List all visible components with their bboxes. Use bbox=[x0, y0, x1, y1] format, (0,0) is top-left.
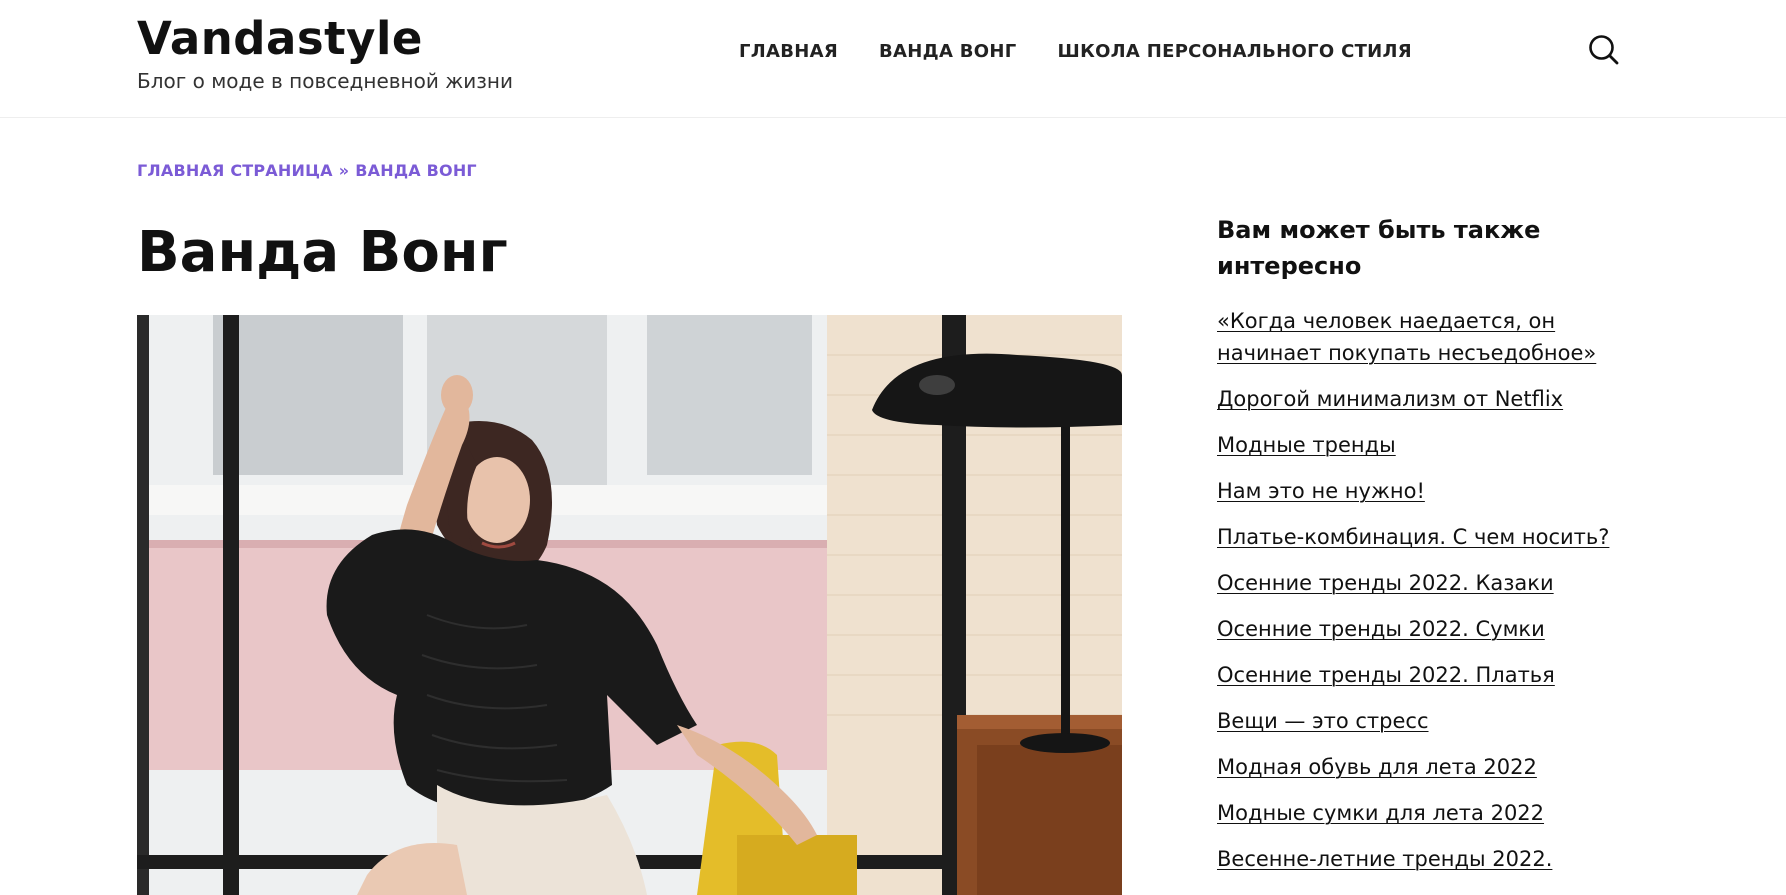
list-item: Модные тренды bbox=[1217, 429, 1657, 461]
site-header: Vandastyle Блог о моде в повседневной жи… bbox=[0, 0, 1786, 118]
list-item: Осенние тренды 2022. Платья bbox=[1217, 659, 1657, 691]
breadcrumb-home-link[interactable]: ГЛАВНАЯ СТРАНИЦА bbox=[137, 161, 333, 180]
hero-image bbox=[137, 315, 1122, 895]
related-post-link[interactable]: Осенние тренды 2022. Казаки bbox=[1217, 571, 1554, 595]
related-post-link[interactable]: Дорогой минимализм от Netflix bbox=[1217, 387, 1563, 411]
search-button[interactable] bbox=[1587, 33, 1621, 67]
breadcrumb-current[interactable]: ВАНДА ВОНГ bbox=[355, 161, 477, 180]
sidebar: Вам может быть также интересно «Когда че… bbox=[1217, 212, 1657, 889]
site-title[interactable]: Vandastyle bbox=[137, 12, 513, 66]
list-item: Осенние тренды 2022. Сумки bbox=[1217, 613, 1657, 645]
list-item: Весенне-летние тренды 2022. bbox=[1217, 843, 1657, 875]
nav-item-home[interactable]: ГЛАВНАЯ bbox=[739, 40, 838, 64]
page-title: Ванда Вонг bbox=[137, 220, 508, 285]
related-post-link[interactable]: Нам это не нужно! bbox=[1217, 479, 1425, 503]
list-item: Платье-комбинация. С чем носить? bbox=[1217, 521, 1657, 553]
related-post-link[interactable]: Модная обувь для лета 2022 bbox=[1217, 755, 1537, 779]
site-tagline: Блог о моде в повседневной жизни bbox=[137, 69, 513, 93]
list-item: Модные сумки для лета 2022 bbox=[1217, 797, 1657, 829]
search-icon bbox=[1589, 35, 1619, 65]
related-post-link[interactable]: Осенние тренды 2022. Платья bbox=[1217, 663, 1555, 687]
list-item: «Когда человек наедается, он начинает по… bbox=[1217, 305, 1657, 369]
list-item: Дорогой минимализм от Netflix bbox=[1217, 383, 1657, 415]
list-item: Модная обувь для лета 2022 bbox=[1217, 751, 1657, 783]
related-post-link[interactable]: Вещи — это стресс bbox=[1217, 709, 1429, 733]
related-post-link[interactable]: «Когда человек наедается, он начинает по… bbox=[1217, 309, 1596, 365]
list-item: Вещи — это стресс bbox=[1217, 705, 1657, 737]
list-item: Нам это не нужно! bbox=[1217, 475, 1657, 507]
nav-item-wanda-wong[interactable]: ВАНДА ВОНГ bbox=[879, 40, 1017, 64]
main-nav: ГЛАВНАЯ ВАНДА ВОНГ ШКОЛА ПЕРСОНАЛЬНОГО С… bbox=[739, 40, 1412, 64]
related-posts-list: «Когда человек наедается, он начинает по… bbox=[1217, 305, 1657, 875]
related-post-link[interactable]: Платье-комбинация. С чем носить? bbox=[1217, 525, 1609, 549]
sidebar-title: Вам может быть также интересно bbox=[1217, 216, 1541, 280]
breadcrumb: ГЛАВНАЯ СТРАНИЦА » ВАНДА ВОНГ bbox=[137, 160, 477, 182]
related-post-link[interactable]: Модные сумки для лета 2022 bbox=[1217, 801, 1544, 825]
brand: Vandastyle Блог о моде в повседневной жи… bbox=[137, 12, 513, 94]
related-post-link[interactable]: Весенне-летние тренды 2022. bbox=[1217, 847, 1552, 871]
nav-item-style-school[interactable]: ШКОЛА ПЕРСОНАЛЬНОГО СТИЛЯ bbox=[1058, 40, 1412, 64]
breadcrumb-separator: » bbox=[338, 161, 350, 180]
list-item: Осенние тренды 2022. Казаки bbox=[1217, 567, 1657, 599]
related-post-link[interactable]: Осенние тренды 2022. Сумки bbox=[1217, 617, 1545, 641]
related-post-link[interactable]: Модные тренды bbox=[1217, 433, 1396, 457]
